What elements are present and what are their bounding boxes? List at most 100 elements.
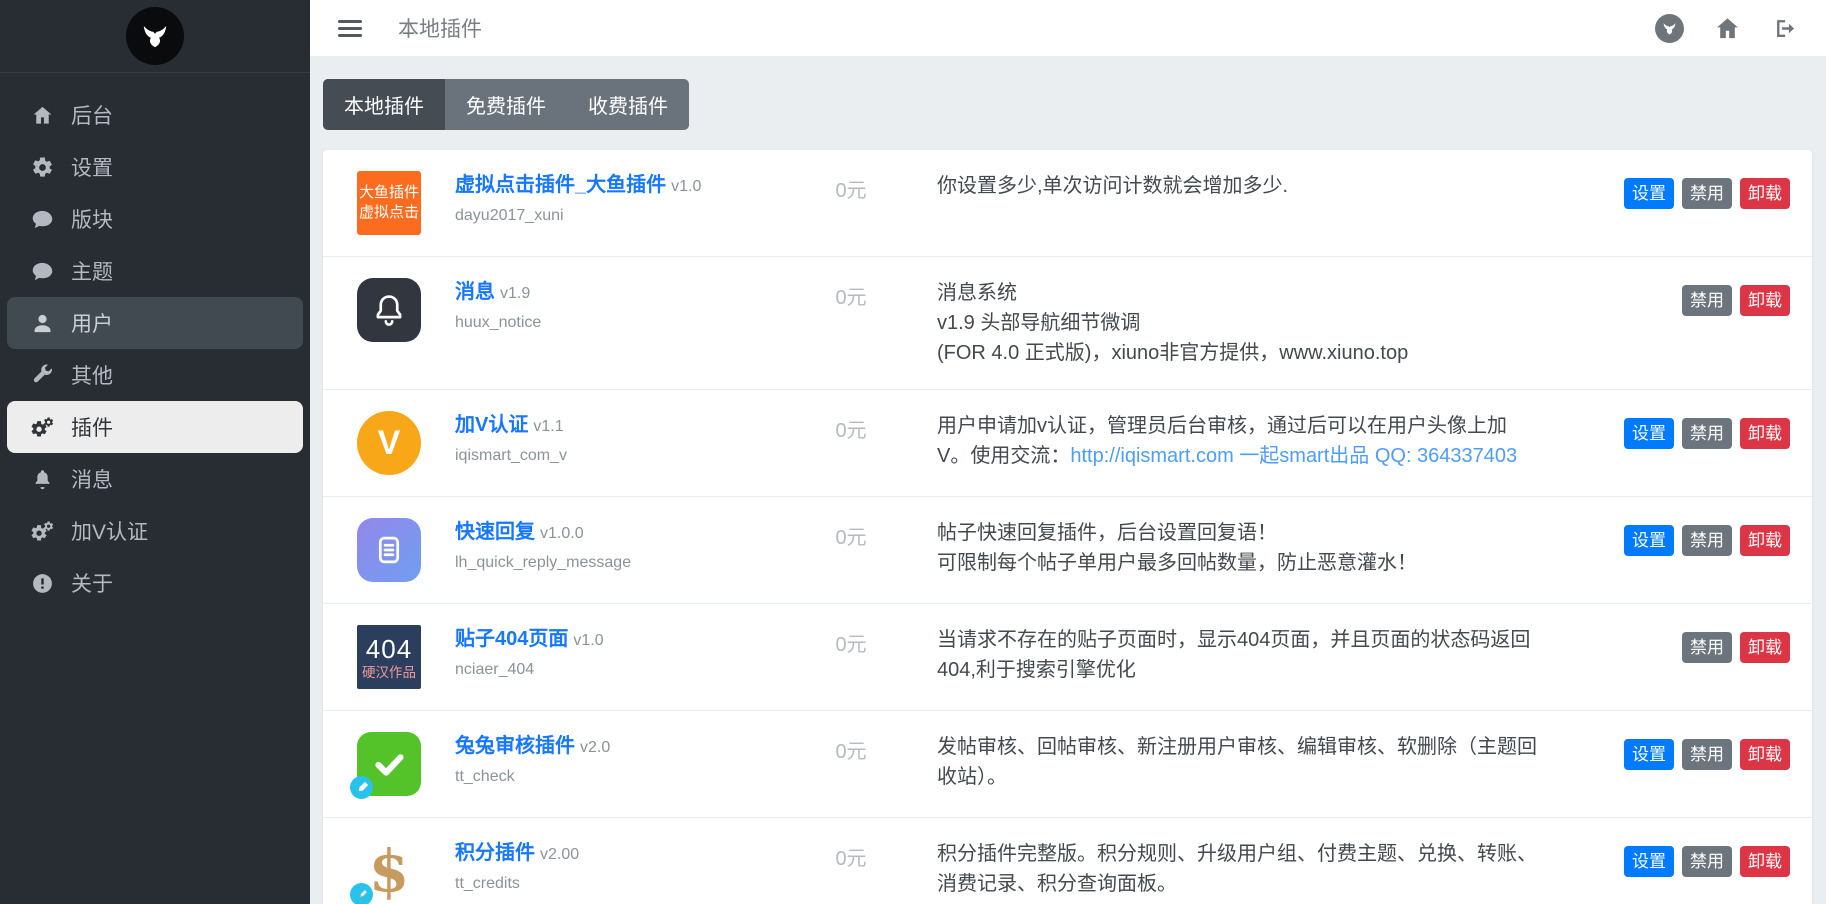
wrench-icon — [29, 364, 55, 387]
uninstall-button[interactable]: 卸载 — [1740, 632, 1790, 663]
plugin-name[interactable]: 积分插件 — [455, 842, 535, 864]
uninstall-button[interactable]: 卸载 — [1740, 285, 1790, 316]
sidebar-item-label: 用户 — [71, 308, 113, 338]
plugin-icon-iqismart_com_v: V — [357, 411, 421, 475]
plugin-icon-huux_notice — [357, 278, 421, 342]
sidebar-item-forums[interactable]: 版块 — [7, 193, 303, 245]
sign-out-icon — [1771, 15, 1798, 42]
user-icon — [29, 312, 55, 335]
settings-button[interactable]: 设置 — [1624, 739, 1674, 770]
menu-toggle-icon[interactable] — [338, 16, 362, 41]
plugin-id: iqismart_com_v — [455, 447, 765, 465]
main-area: 本地插件 本地插件免费插件收费插件 大鱼插件虚拟点击 虚拟点击插件_大鱼插件v1… — [310, 0, 1826, 904]
sidebar-item-messages[interactable]: 消息 — [7, 453, 303, 505]
sidebar-item-about[interactable]: 关于 — [7, 557, 303, 609]
disable-button[interactable]: 禁用 — [1682, 285, 1732, 316]
sidebar-item-v-verify[interactable]: 加V认证 — [7, 505, 303, 557]
plugin-link[interactable]: http://iqismart.com 一起smart出品 QQ: 364337… — [1070, 445, 1517, 467]
plugin-description-line: 消费记录、积分查询面板。 — [937, 869, 1580, 899]
plugin-description-line: v1.9 头部导航细节微调 — [937, 308, 1580, 338]
disable-button[interactable]: 禁用 — [1682, 739, 1732, 770]
home-button[interactable] — [1714, 15, 1741, 42]
disable-button[interactable]: 禁用 — [1682, 632, 1732, 663]
plugin-description-line: 消息系统 — [937, 278, 1580, 308]
plugin-description: 你设置多少,单次访问计数就会增加多少. — [937, 171, 1580, 201]
plugin-actions: 禁用卸载 — [1614, 632, 1790, 663]
plugin-version: v1.0 — [573, 632, 603, 649]
uninstall-button[interactable]: 卸载 — [1740, 178, 1790, 209]
sidebar-item-users[interactable]: 用户 — [7, 297, 303, 349]
settings-button[interactable]: 设置 — [1624, 525, 1674, 556]
xiuno-button[interactable] — [1655, 14, 1684, 43]
plugin-price: 0元 — [799, 414, 903, 443]
uninstall-button[interactable]: 卸载 — [1740, 846, 1790, 877]
sidebar-item-label: 后台 — [71, 100, 113, 130]
content: 本地插件免费插件收费插件 大鱼插件虚拟点击 虚拟点击插件_大鱼插件v1.0 da… — [310, 56, 1826, 904]
plugin-actions: 设置禁用卸载 — [1614, 525, 1790, 556]
disable-button[interactable]: 禁用 — [1682, 178, 1732, 209]
sidebar-item-other[interactable]: 其他 — [7, 349, 303, 401]
sidebar-item-label: 版块 — [71, 204, 113, 234]
plugin-description-line: 帖子快速回复插件，后台设置回复语！ — [937, 518, 1580, 548]
sidebar-item-label: 加V认证 — [71, 516, 148, 546]
plugin-row-tt_credits: $ 积分插件v2.00 tt_credits 0元积分插件完整版。积分规则、升级… — [323, 817, 1812, 904]
settings-button[interactable]: 设置 — [1624, 178, 1674, 209]
plugin-row-nciaer_404: 404硬汉作品 贴子404页面v1.0 nciaer_404 0元当请求不存在的… — [323, 603, 1812, 710]
info-icon — [29, 572, 55, 595]
topbar-actions — [1655, 14, 1798, 43]
plugin-name[interactable]: 加V认证 — [455, 414, 528, 436]
plugin-version: v1.1 — [533, 418, 563, 435]
plugin-description: 发帖审核、回帖审核、新注册用户审核、编辑审核、软删除（主题回收站）。 — [937, 732, 1580, 792]
plugin-price: 0元 — [799, 521, 903, 550]
sidebar-item-label: 设置 — [71, 152, 113, 182]
sidebar-item-themes[interactable]: 主题 — [7, 245, 303, 297]
sidebar-item-label: 关于 — [71, 568, 113, 598]
plugin-description-line: 用户申请加v认证，管理员后台审核，通过后可以在用户头像上加 — [937, 411, 1580, 441]
plugin-id: lh_quick_reply_message — [455, 554, 765, 572]
plugin-description: 消息系统v1.9 头部导航细节微调(FOR 4.0 正式版)，xiuno非官方提… — [937, 278, 1580, 368]
tab-local-plugins[interactable]: 本地插件 — [323, 79, 445, 130]
plugin-icon-tt_check — [357, 732, 421, 796]
plugin-price: 0元 — [799, 842, 903, 871]
plugin-description-line: 404,利于搜索引擎优化 — [937, 655, 1580, 685]
plugin-icon-tt_credits: $ — [357, 839, 421, 903]
plugin-description: 帖子快速回复插件，后台设置回复语！可限制每个帖子单用户最多回帖数量，防止恶意灌水… — [937, 518, 1580, 578]
plugin-row-tt_check: 兔兔审核插件v2.0 tt_check 0元发帖审核、回帖审核、新注册用户审核、… — [323, 710, 1812, 817]
xiuno-logo-icon — [1655, 14, 1684, 43]
uninstall-button[interactable]: 卸载 — [1740, 739, 1790, 770]
tab-paid-plugins[interactable]: 收费插件 — [567, 79, 689, 130]
plugin-name[interactable]: 消息 — [455, 281, 495, 303]
plugin-description-line: V。使用交流：http://iqismart.com 一起smart出品 QQ:… — [937, 441, 1580, 471]
page-title: 本地插件 — [398, 13, 482, 43]
plugin-name[interactable]: 兔兔审核插件 — [455, 735, 575, 757]
plugin-tabs: 本地插件免费插件收费插件 — [323, 79, 689, 130]
disable-button[interactable]: 禁用 — [1682, 846, 1732, 877]
plugin-version: v1.0 — [671, 178, 701, 195]
plugin-name[interactable]: 虚拟点击插件_大鱼插件 — [455, 174, 666, 196]
tab-free-plugins[interactable]: 免费插件 — [445, 79, 567, 130]
plugin-version: v2.0 — [580, 739, 610, 756]
gears-icon — [29, 520, 55, 543]
logout-button[interactable] — [1771, 15, 1798, 42]
disable-button[interactable]: 禁用 — [1682, 525, 1732, 556]
plugin-name[interactable]: 贴子404页面 — [455, 628, 568, 650]
sidebar-item-plugins[interactable]: 插件 — [7, 401, 303, 453]
uninstall-button[interactable]: 卸载 — [1740, 525, 1790, 556]
comment-icon — [29, 208, 55, 231]
sidebar-item-settings[interactable]: 设置 — [7, 141, 303, 193]
settings-button[interactable]: 设置 — [1624, 418, 1674, 449]
sidebar-logo[interactable] — [0, 0, 310, 73]
plugin-description-line: 你设置多少,单次访问计数就会增加多少. — [937, 171, 1580, 201]
uninstall-button[interactable]: 卸载 — [1740, 418, 1790, 449]
sidebar-item-backend[interactable]: 后台 — [7, 89, 303, 141]
plugin-version: v1.0.0 — [540, 525, 584, 542]
plugin-name[interactable]: 快速回复 — [455, 521, 535, 543]
plugin-description-line: (FOR 4.0 正式版)，xiuno非官方提供，www.xiuno.top — [937, 338, 1580, 368]
sidebar-item-label: 插件 — [71, 412, 113, 442]
plugin-icon-lh_quick_reply_message — [357, 518, 421, 582]
bell-icon — [29, 468, 55, 491]
plugin-price: 0元 — [799, 174, 903, 203]
settings-button[interactable]: 设置 — [1624, 846, 1674, 877]
disable-button[interactable]: 禁用 — [1682, 418, 1732, 449]
plugin-id: tt_credits — [455, 875, 765, 893]
